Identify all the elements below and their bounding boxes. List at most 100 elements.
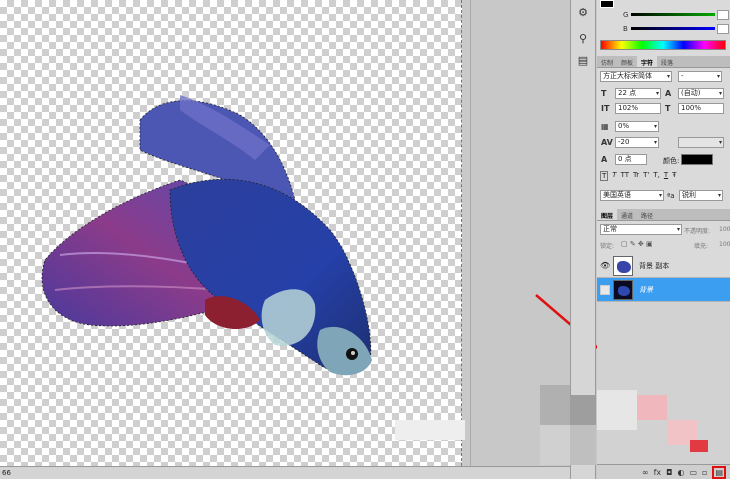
fx-icon[interactable]: fx: [654, 468, 662, 477]
eye-icon[interactable]: 👁: [600, 261, 610, 271]
superscript-button[interactable]: T': [643, 171, 649, 181]
color-spectrum[interactable]: [600, 40, 726, 50]
chevron-down-icon: ▾: [653, 123, 657, 130]
new-layer-icon[interactable]: ▫: [702, 468, 707, 477]
text-color-swatch[interactable]: [681, 154, 713, 165]
antialias-select[interactable]: 锐利 ▾: [679, 190, 723, 201]
blur-block: [690, 440, 708, 452]
chevron-down-icon: ▾: [676, 226, 680, 233]
slider-b-bar[interactable]: [631, 27, 715, 30]
font-size-value: 22 点: [618, 89, 637, 97]
slider-b[interactable]: B: [597, 22, 730, 35]
zoom-level[interactable]: 66: [2, 469, 11, 477]
fill-value[interactable]: 100: [719, 241, 730, 248]
clone-source-icon[interactable]: ⚲: [574, 30, 592, 48]
tracking-pct-field[interactable]: 0% ▾: [615, 121, 659, 132]
visibility-toggle[interactable]: [600, 285, 610, 295]
tab-paths[interactable]: 路径: [637, 209, 657, 220]
chevron-down-icon: ▾: [653, 139, 657, 146]
baseline-shift-icon: A: [601, 155, 608, 164]
layer-name[interactable]: 背景 副本: [639, 261, 669, 271]
blur-block: [395, 420, 465, 440]
baseline-shift-value: 0 点: [618, 155, 632, 163]
vertical-scale-field[interactable]: 102%: [615, 103, 661, 114]
chevron-down-icon: ▾: [666, 73, 670, 80]
slider-g-value[interactable]: [717, 9, 729, 20]
kerning-icon: AV: [601, 138, 613, 147]
leading-value: (自动): [681, 89, 701, 97]
font-size-field[interactable]: 22 点 ▾: [615, 88, 661, 99]
mask-icon[interactable]: ◘: [666, 468, 672, 477]
tab-paragraph[interactable]: 段落: [657, 56, 677, 67]
chevron-down-icon: ▾: [716, 73, 720, 80]
lock-icons[interactable]: ▢ ✎ ✥ ▣: [621, 240, 653, 248]
blur-block: [597, 390, 637, 430]
slider-b-label: B: [623, 24, 628, 33]
tab-swatches[interactable]: 颜板: [617, 56, 637, 67]
font-style-value: -: [681, 72, 684, 80]
language-select[interactable]: 美国英语 ▾: [600, 190, 664, 201]
link-icon[interactable]: ∞: [642, 468, 649, 477]
layer-name[interactable]: 背景: [639, 285, 653, 295]
foreground-color-swatch[interactable]: [600, 0, 614, 8]
opacity-value[interactable]: 100: [719, 226, 730, 233]
antialias-value: 锐利: [682, 191, 696, 199]
opacity-label: 不透明度:: [684, 228, 711, 235]
font-style-select[interactable]: - ▾: [678, 71, 722, 82]
kerning-field[interactable]: -20 ▾: [615, 137, 659, 148]
status-bar: 66: [0, 466, 570, 479]
font-family-select[interactable]: 方正大标宋简体 ▾: [600, 71, 672, 82]
layer-thumbnail: [613, 280, 633, 300]
lock-label: 锁定:: [600, 243, 615, 250]
folder-icon[interactable]: ▭: [689, 468, 697, 477]
tab-channels[interactable]: 通道: [617, 209, 637, 220]
chevron-down-icon: ▾: [717, 192, 721, 199]
underline-button[interactable]: T: [664, 171, 668, 181]
slider-g-label: G: [623, 10, 629, 19]
slider-g-bar[interactable]: [631, 13, 715, 16]
blend-mode-value: 正常: [603, 225, 617, 233]
chevron-down-icon: ▾: [718, 90, 722, 97]
slider-b-value[interactable]: [717, 23, 729, 34]
blend-mode-select[interactable]: 正常 ▾: [600, 224, 682, 235]
leading-field[interactable]: (自动) ▾: [678, 88, 724, 99]
layers-bottom-toolbar: ∞ fx ◘ ◐ ▭ ▫ ▤: [597, 464, 730, 479]
palette-icon[interactable]: ⚙: [574, 4, 592, 22]
layers-empty-area: [597, 302, 730, 464]
brushes-icon[interactable]: ▤: [574, 52, 592, 70]
chevron-down-icon: ▾: [658, 192, 662, 199]
chevron-down-icon: ▾: [655, 90, 659, 97]
adjustment-icon[interactable]: ◐: [677, 468, 684, 477]
tracking-pct-icon: ▦: [601, 122, 609, 131]
vertical-scale-icon: IT: [601, 104, 610, 113]
blur-block: [637, 395, 667, 420]
tab-clone[interactable]: 仿制: [597, 56, 617, 67]
document-canvas-area[interactable]: [0, 0, 470, 466]
small-caps-button[interactable]: Tr: [633, 171, 639, 181]
layer-row-background[interactable]: 背景: [597, 278, 730, 302]
tab-layers[interactable]: 图层: [597, 209, 618, 220]
language-value: 美国英语: [603, 191, 631, 199]
baseline-shift-field[interactable]: 0 点: [615, 154, 647, 165]
subscript-button[interactable]: T,: [653, 171, 660, 181]
font-family-value: 方正大标宋简体: [603, 72, 652, 80]
chevron-down-icon: ▾: [718, 139, 722, 146]
layers-panel-tabs: 图层 通道 路径: [597, 209, 730, 221]
layer-row-background-copy[interactable]: 👁 背景 副本: [597, 254, 730, 278]
horizontal-scale-field[interactable]: 100%: [678, 103, 724, 114]
type-style-buttons: T T TT Tr T' T, T Ŧ: [600, 171, 676, 181]
faux-italic-button[interactable]: T: [612, 171, 616, 181]
betta-fish-image: [41, 95, 372, 376]
character-panel-tabs: 仿制 颜板 字符 段落: [597, 56, 730, 68]
slider-g[interactable]: G: [597, 8, 730, 21]
blur-block: [540, 385, 570, 425]
tracking-field[interactable]: ▾: [678, 137, 724, 148]
blur-block: [570, 425, 596, 465]
all-caps-button[interactable]: TT: [621, 171, 629, 181]
faux-bold-button[interactable]: T: [600, 171, 609, 181]
tab-character[interactable]: 字符: [637, 56, 658, 67]
kerning-value: -20: [618, 138, 630, 146]
strikethrough-button[interactable]: Ŧ: [672, 171, 676, 181]
delete-layer-icon[interactable]: ▤: [712, 465, 726, 479]
tracking-pct-value: 0%: [618, 122, 630, 130]
